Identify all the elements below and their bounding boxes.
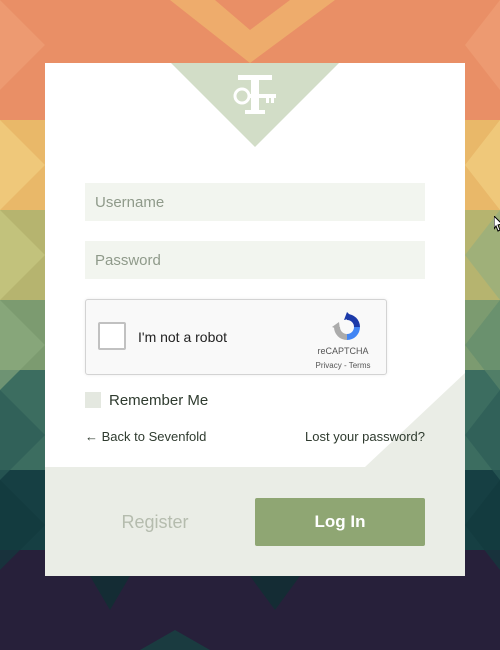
remember-me-checkbox[interactable] — [85, 392, 101, 408]
login-button[interactable]: Log In — [255, 498, 425, 546]
username-input[interactable] — [85, 183, 425, 221]
register-button[interactable]: Register — [85, 498, 225, 546]
recaptcha-icon — [332, 312, 360, 340]
recaptcha-privacy-terms[interactable]: Privacy - Terms — [308, 361, 378, 370]
back-to-site-link[interactable]: ← Back to Sevenfold — [85, 429, 206, 444]
password-input[interactable] — [85, 241, 425, 279]
recaptcha-label: I'm not a robot — [138, 329, 228, 345]
recaptcha-widget: I'm not a robot reCAPTCHA Privacy - Term… — [85, 299, 387, 375]
login-card: I'm not a robot reCAPTCHA Privacy - Term… — [45, 63, 465, 576]
remember-me-label: Remember Me — [109, 392, 209, 409]
logo — [171, 63, 339, 147]
mouse-cursor-icon — [494, 216, 500, 232]
lost-password-link[interactable]: Lost your password? — [305, 429, 425, 444]
recaptcha-brand: reCAPTCHA — [317, 346, 369, 356]
recaptcha-checkbox[interactable] — [98, 322, 126, 350]
